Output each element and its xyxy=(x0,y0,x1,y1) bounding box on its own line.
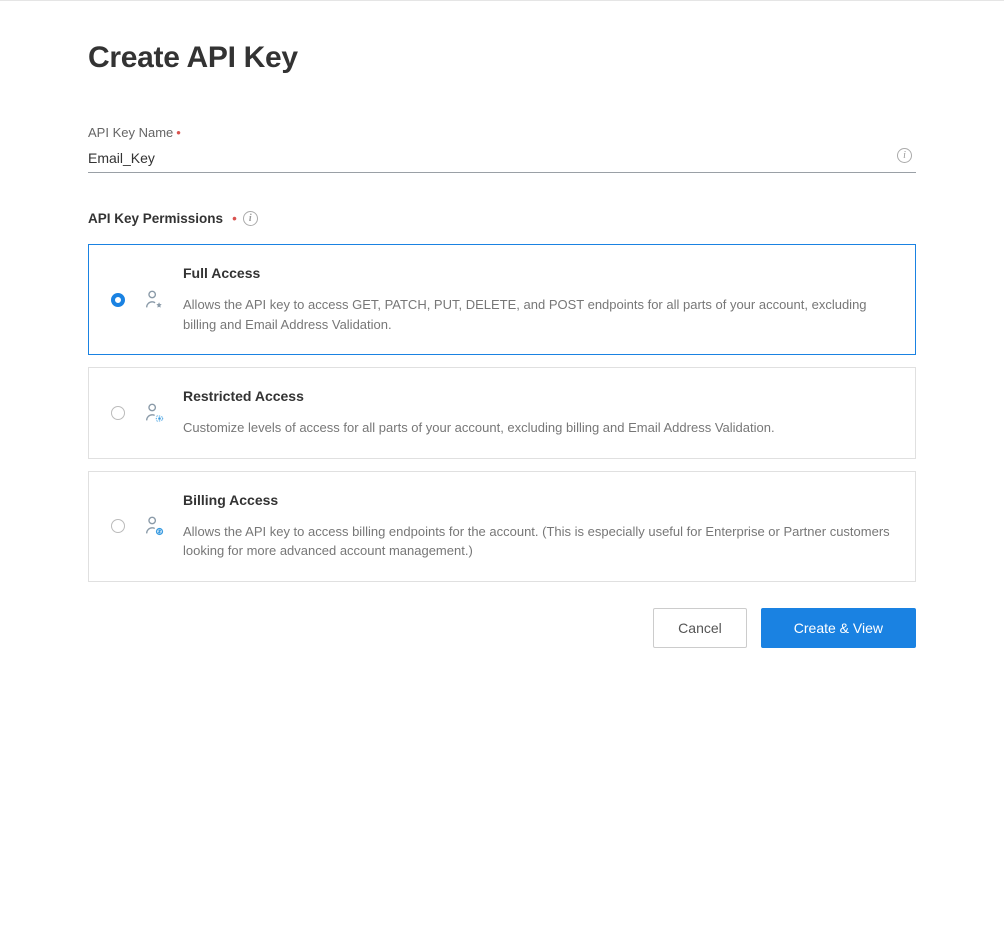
api-key-name-field: API Key Name• i xyxy=(88,125,916,173)
create-view-button[interactable]: Create & View xyxy=(761,608,916,648)
create-api-key-page: Create API Key API Key Name• i API Key P… xyxy=(0,0,1004,928)
option-description: Allows the API key to access billing end… xyxy=(183,522,893,561)
radio-billing-access[interactable] xyxy=(111,519,125,533)
option-title: Restricted Access xyxy=(183,388,893,404)
option-billing-access[interactable]: Billing Access Allows the API key to acc… xyxy=(88,471,916,582)
radio-full-access[interactable] xyxy=(111,293,125,307)
user-dollar-icon xyxy=(143,515,165,537)
permissions-label: API Key Permissions• i xyxy=(88,211,916,226)
permissions-options: Full Access Allows the API key to access… xyxy=(88,244,916,582)
option-description: Allows the API key to access GET, PATCH,… xyxy=(183,295,893,334)
api-key-name-label: API Key Name• xyxy=(88,125,916,140)
radio-restricted-access[interactable] xyxy=(111,406,125,420)
option-title: Billing Access xyxy=(183,492,893,508)
user-star-icon xyxy=(143,289,165,311)
info-icon[interactable]: i xyxy=(897,148,912,163)
required-indicator: • xyxy=(176,125,181,140)
api-key-name-input[interactable] xyxy=(88,146,916,173)
page-title: Create API Key xyxy=(88,41,916,75)
user-gear-icon xyxy=(143,402,165,424)
cancel-button[interactable]: Cancel xyxy=(653,608,747,648)
option-full-access[interactable]: Full Access Allows the API key to access… xyxy=(88,244,916,355)
option-description: Customize levels of access for all parts… xyxy=(183,418,893,438)
option-restricted-access[interactable]: Restricted Access Customize levels of ac… xyxy=(88,367,916,459)
required-indicator: • xyxy=(232,211,237,226)
action-buttons: Cancel Create & View xyxy=(88,608,916,648)
option-title: Full Access xyxy=(183,265,893,281)
info-icon[interactable]: i xyxy=(243,211,258,226)
